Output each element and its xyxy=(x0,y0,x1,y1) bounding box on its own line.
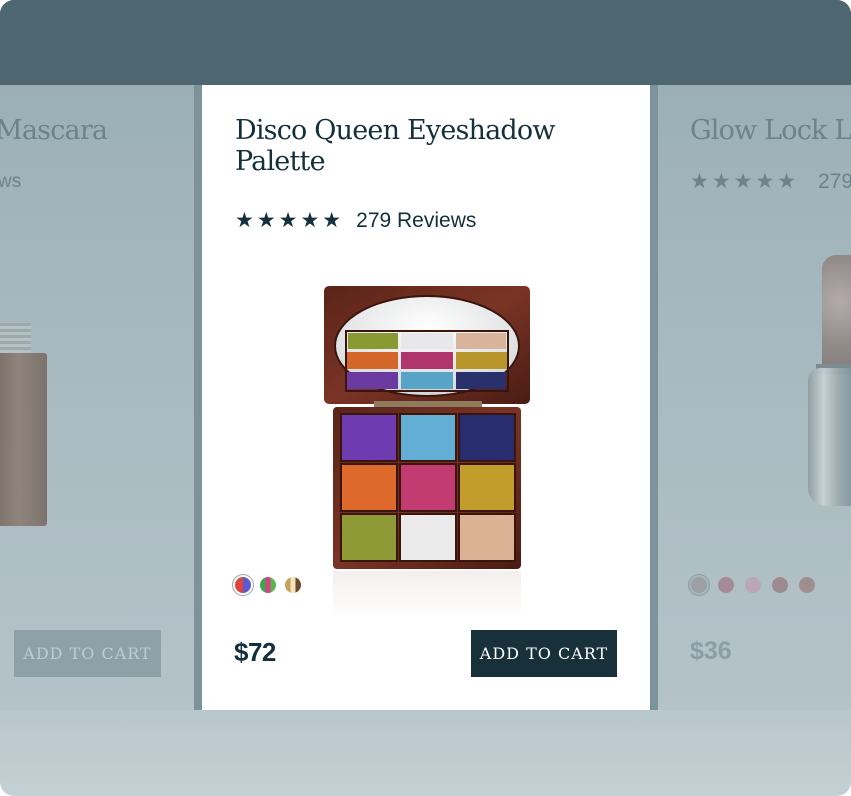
product-title: Disco Queen Eyeshadow Palette xyxy=(235,115,555,177)
rating-row: ★★★★★ 279 Reviews xyxy=(235,208,476,233)
mascara-product-image xyxy=(0,353,47,526)
reviews-count: 279 xyxy=(818,170,851,193)
product-card-mascara[interactable]: Mascara ws ADD TO CART xyxy=(0,85,194,710)
top-banner xyxy=(0,0,851,85)
lipstick-product-image xyxy=(808,368,851,506)
reviews-count: ws xyxy=(0,171,22,192)
star-rating-icon: ★★★★★ xyxy=(690,170,800,193)
card-gap xyxy=(194,85,202,710)
mascara-cap-image xyxy=(0,323,31,353)
swatch-gold-brown[interactable] xyxy=(285,577,301,593)
swatch-lilac[interactable] xyxy=(745,577,761,593)
star-rating-icon: ★★★★★ xyxy=(235,209,345,232)
eyeshadow-palette-image xyxy=(324,286,530,617)
swatch-rose-brown[interactable] xyxy=(772,577,788,593)
swatch-grey[interactable] xyxy=(691,577,707,593)
product-price: $36 xyxy=(690,637,732,665)
card-gap xyxy=(650,85,658,710)
lipstick-bullet-image xyxy=(822,255,851,370)
reviews-count[interactable]: 279 Reviews xyxy=(356,209,476,233)
product-price: $72 xyxy=(234,637,276,667)
add-to-cart-button[interactable]: ADD TO CART xyxy=(14,630,161,677)
product-title: Glow Lock Li xyxy=(690,115,851,146)
product-title: Mascara xyxy=(0,115,108,146)
swatch-dusty-rose[interactable] xyxy=(799,577,815,593)
product-card-disco-queen[interactable]: Disco Queen Eyeshadow Palette ★★★★★ 279 … xyxy=(202,85,650,710)
swatch-mauve[interactable] xyxy=(718,577,734,593)
carousel-frame: Mascara ws ADD TO CART Disco Queen Eyesh… xyxy=(0,0,851,796)
product-card-glow-lock[interactable]: Glow Lock Li ★★★★★ 279 $36 xyxy=(658,85,851,710)
swatch-green-pink[interactable] xyxy=(260,577,276,593)
add-to-cart-button[interactable]: ADD TO CART xyxy=(471,630,617,677)
color-swatches xyxy=(235,577,301,593)
color-swatches xyxy=(691,577,815,593)
swatch-red-blue[interactable] xyxy=(235,577,251,593)
